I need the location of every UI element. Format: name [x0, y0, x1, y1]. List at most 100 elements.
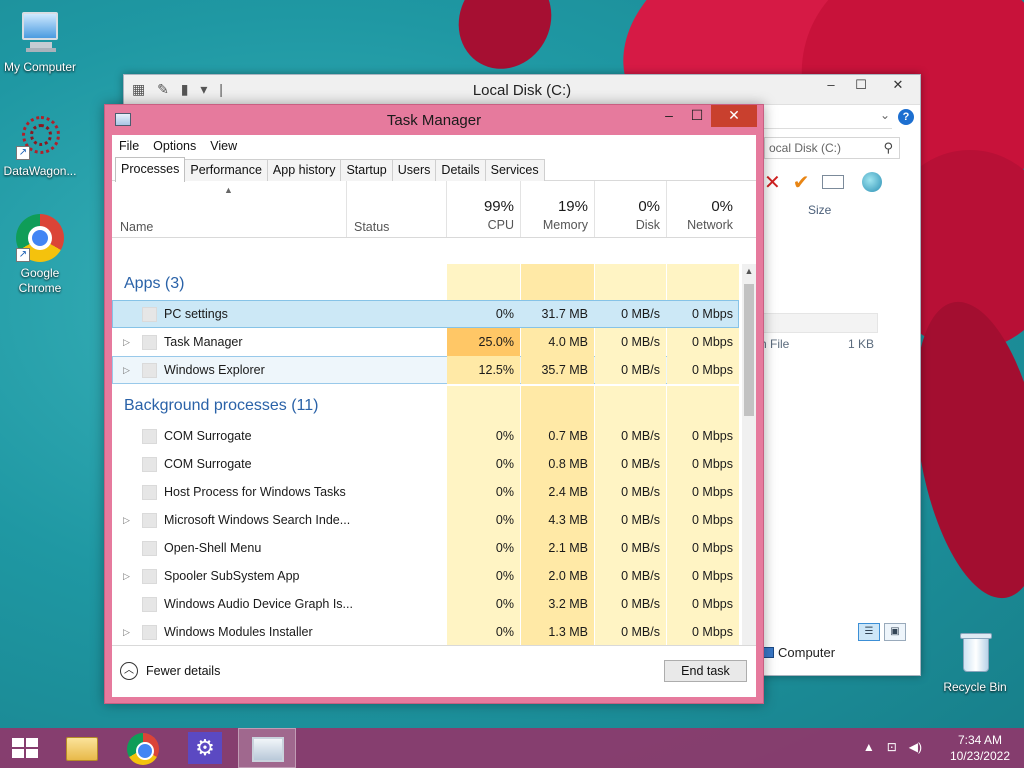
- cell-mem: 0.8 MB: [521, 450, 594, 478]
- search-input[interactable]: ocal Disk (C:) ⚲: [764, 137, 900, 159]
- desktop-icon-datawagon[interactable]: ↗ DataWagon...: [0, 112, 80, 179]
- network-globe-icon[interactable]: [861, 172, 882, 192]
- minimize-button[interactable]: –: [655, 105, 683, 127]
- delete-icon[interactable]: ✕: [764, 170, 781, 195]
- scroll-up-icon[interactable]: ▲: [742, 264, 756, 278]
- column-header-disk[interactable]: 0% Disk: [595, 181, 666, 237]
- help-icon[interactable]: ?: [898, 109, 914, 125]
- cell-disk: 0 MB/s: [621, 307, 660, 321]
- settings-icon: ⚙: [188, 732, 222, 764]
- rename-icon[interactable]: [821, 175, 844, 189]
- status-location: Computer: [760, 645, 835, 660]
- chevron-down-icon[interactable]: ⌄: [880, 108, 890, 122]
- cell-cpu: 0%: [495, 307, 514, 321]
- column-header-size[interactable]: Size: [808, 203, 831, 217]
- menu-options[interactable]: Options: [153, 139, 196, 153]
- desktop-icon-chrome[interactable]: ↗ Google Chrome: [0, 214, 80, 296]
- taskbar-chrome[interactable]: [114, 728, 172, 768]
- close-button[interactable]: ✕: [876, 75, 920, 97]
- menu-view[interactable]: View: [210, 139, 237, 153]
- cell-mem: 4.3 MB: [521, 506, 594, 534]
- taskbar-task-manager[interactable]: [238, 728, 296, 768]
- menu-file[interactable]: File: [119, 139, 139, 153]
- close-button[interactable]: ✕: [711, 105, 757, 127]
- table-row[interactable]: 0% 1.3 MB 0 MB/s 0 Mbps ▷ Windows Modules Ins…: [112, 618, 739, 646]
- large-icons-view-icon[interactable]: ▣: [884, 623, 906, 641]
- table-row[interactable]: 0% 2.4 MB 0 MB/s 0 Mbps Host Process for Win…: [112, 478, 739, 506]
- table-row[interactable]: 25.0% 4.0 MB 0 MB/s 0 Mbps ▷ Task Manager: [112, 328, 739, 356]
- table-row[interactable]: 0% 0.7 MB 0 MB/s 0 Mbps COM Surrogate: [112, 422, 739, 450]
- volume-icon[interactable]: ◀): [909, 740, 922, 754]
- table-row[interactable]: 0% 31.7 MB 0 MB/s 0 Mbps PC settings: [112, 300, 739, 328]
- maximize-button[interactable]: ☐: [683, 105, 711, 127]
- table-row[interactable]: 0% 2.0 MB 0 MB/s 0 Mbps ▷ Spooler SubSystem A…: [112, 562, 739, 590]
- vertical-scrollbar[interactable]: ▲ ▼: [742, 264, 756, 676]
- group-header: Background processes (11): [112, 386, 739, 422]
- tab-services[interactable]: Services: [484, 159, 545, 181]
- table-row[interactable]: 0% 2.1 MB 0 MB/s 0 Mbps Open-Shell Menu: [112, 534, 739, 562]
- process-icon: [142, 541, 157, 556]
- group-header: Apps (3): [112, 264, 739, 300]
- process-icon: [142, 335, 157, 350]
- desktop-icon-my-computer[interactable]: My Computer: [0, 8, 80, 75]
- scrollbar-thumb[interactable]: [744, 284, 754, 416]
- end-task-button[interactable]: End task: [664, 660, 747, 682]
- tab-users[interactable]: Users: [391, 159, 437, 181]
- column-header-cpu[interactable]: 99% CPU: [447, 181, 520, 237]
- details-view-icon[interactable]: ☰: [858, 623, 880, 641]
- expand-chevron-icon[interactable]: ▷: [123, 328, 130, 356]
- cell-disk: 0 MB/s: [595, 328, 666, 356]
- column-header-name[interactable]: Name: [120, 220, 153, 234]
- desktop-icon-recycle-bin[interactable]: Recycle Bin: [935, 628, 1015, 695]
- process-name: Spooler SubSystem App: [164, 569, 300, 583]
- cell-mem: 2.4 MB: [521, 478, 594, 506]
- chrome-icon: ↗: [16, 214, 64, 262]
- column-header-memory[interactable]: 19% Memory: [521, 181, 594, 237]
- list-item[interactable]: [760, 313, 878, 333]
- tab-performance[interactable]: Performance: [184, 159, 268, 181]
- maximize-button[interactable]: ☐: [846, 75, 876, 97]
- tab-processes[interactable]: Processes: [115, 157, 186, 182]
- clock[interactable]: 7:34 AM 10/23/2022: [950, 732, 1010, 764]
- network-icon[interactable]: ⊡: [887, 740, 897, 754]
- expand-chevron-icon[interactable]: ▷: [123, 506, 130, 534]
- expand-chevron-icon[interactable]: ▷: [123, 562, 130, 590]
- cell-cpu: 0%: [447, 478, 520, 506]
- table-row[interactable]: 12.5% 35.7 MB 0 MB/s 0 Mbps ▷ Windows Explore…: [112, 356, 739, 384]
- cell-net: 0 Mbps: [667, 356, 739, 384]
- column-header-status[interactable]: Status: [354, 220, 389, 234]
- cell-net: 0 Mbps: [667, 562, 739, 590]
- cell-net: 0 Mbps: [667, 478, 739, 506]
- task-manager-footer: ︿ Fewer details End task: [112, 645, 756, 697]
- cell-cpu: 0%: [447, 590, 520, 618]
- cell-disk: 0 MB/s: [595, 356, 666, 384]
- table-row[interactable]: 0% 4.3 MB 0 MB/s 0 Mbps ▷ Microsoft Windows S…: [112, 506, 739, 534]
- address-bar[interactable]: [764, 105, 892, 129]
- task-manager-titlebar[interactable]: Task Manager – ☐ ✕: [105, 105, 763, 135]
- list-item[interactable]: h File 1 KB: [760, 337, 920, 355]
- explorer-titlebar[interactable]: ▦ ✎ ▮ ▾ | Local Disk (C:) – ☐ ✕: [124, 75, 920, 105]
- minimize-button[interactable]: –: [816, 75, 846, 97]
- process-name: Open-Shell Menu: [164, 541, 262, 555]
- tab-details[interactable]: Details: [435, 159, 486, 181]
- process-name: Windows Explorer: [164, 363, 265, 377]
- show-hidden-icons-icon[interactable]: ▲: [863, 740, 875, 754]
- tab-app-history[interactable]: App history: [266, 159, 342, 181]
- taskbar-file-explorer[interactable]: [52, 728, 110, 768]
- task-manager-window[interactable]: Task Manager – ☐ ✕ File Options View Pro…: [104, 104, 764, 704]
- cell-disk: 0 MB/s: [595, 422, 666, 450]
- column-header-network[interactable]: 0% Network: [667, 181, 739, 237]
- expand-chevron-icon[interactable]: ▷: [123, 356, 130, 384]
- taskbar-settings[interactable]: ⚙: [176, 728, 234, 768]
- fewer-details-button[interactable]: ︿ Fewer details: [120, 662, 220, 680]
- cell-mem: 2.0 MB: [521, 562, 594, 590]
- start-button[interactable]: [0, 728, 58, 768]
- check-icon[interactable]: ✔: [793, 170, 810, 195]
- recycle-bin-icon: [951, 628, 999, 676]
- table-row[interactable]: 0% 0.8 MB 0 MB/s 0 Mbps COM Surrogate: [112, 450, 739, 478]
- expand-chevron-icon[interactable]: ▷: [123, 618, 130, 646]
- tab-startup[interactable]: Startup: [340, 159, 393, 181]
- process-icon: [142, 429, 157, 444]
- system-tray: ▲ ⊡ ◀): [863, 740, 922, 754]
- table-row[interactable]: 0% 3.2 MB 0 MB/s 0 Mbps Windows Audio Device…: [112, 590, 739, 618]
